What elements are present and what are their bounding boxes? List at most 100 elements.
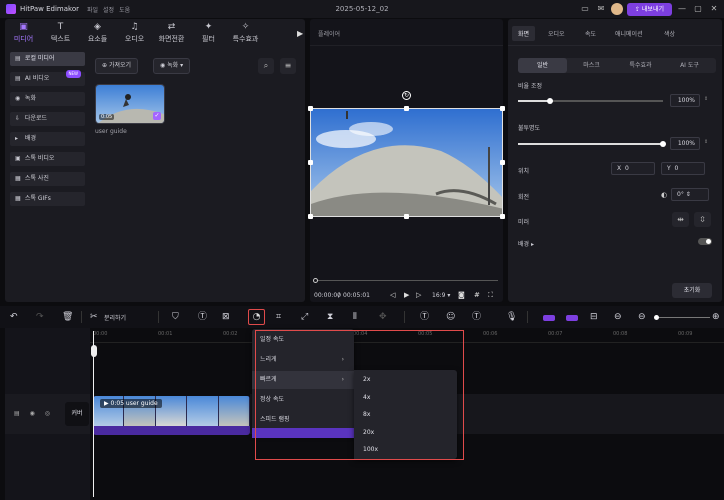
prev-frame-icon[interactable]: ◁ [390, 291, 395, 299]
speed-multiplier-item[interactable]: 20x [354, 424, 457, 441]
resize-handle[interactable] [500, 106, 505, 111]
background-toggle[interactable] [698, 238, 712, 245]
category-item[interactable]: ⇩ 다운로드 [10, 112, 85, 126]
feedback-icon[interactable]: ▭ [579, 3, 591, 15]
playback-scrubber[interactable] [315, 280, 498, 281]
speed-multiplier-item[interactable]: 8x [354, 406, 457, 423]
video-clip[interactable]: ▶ 0:05 user guide [93, 396, 250, 435]
tab-media[interactable]: ▣ 미디어 [5, 21, 42, 47]
zoom-slider[interactable] [655, 317, 710, 318]
resize-handle[interactable] [500, 160, 505, 165]
opacity-slider-knob[interactable] [660, 141, 666, 147]
snap-icon[interactable]: ⊟ [590, 311, 598, 323]
category-item[interactable]: ▦ 스톡 GIFs [10, 192, 85, 206]
export-button[interactable]: ⇪ 내보내기 [626, 2, 672, 16]
position-x-field[interactable]: X 0 [611, 162, 655, 175]
rotation-dial-icon[interactable]: ◐ [661, 191, 667, 199]
resize-handle[interactable] [404, 106, 409, 111]
tab-filter[interactable]: ✦ 필터 [190, 21, 227, 47]
scale-value-field[interactable]: 100% [670, 94, 700, 107]
speed-multiplier-item[interactable]: 2x [354, 371, 457, 388]
category-item[interactable]: ▦ 스톡 사진 [10, 172, 85, 186]
zoom-icon[interactable]: ⤢ [301, 311, 308, 323]
tab-speed[interactable]: 속도 [585, 29, 596, 38]
cover-button[interactable]: 커버 [65, 402, 89, 426]
rotate-handle-icon[interactable]: ↻ [402, 91, 411, 100]
split-label[interactable]: 분리하기 [104, 313, 126, 322]
avatar[interactable] [610, 3, 623, 15]
position-y-field[interactable]: Y 0 [661, 162, 705, 175]
speed-multiplier-item[interactable]: 4x [354, 389, 457, 406]
resize-handle[interactable] [308, 106, 313, 111]
maximize-icon[interactable]: ▢ [692, 3, 704, 15]
zoom-slider-knob[interactable] [654, 315, 659, 320]
import-button[interactable]: ⊕ 가져오기 [95, 58, 139, 74]
media-thumbnail[interactable]: 0:05 ✓ [95, 84, 165, 124]
link-tool-icon[interactable] [543, 315, 555, 321]
video-preview[interactable] [310, 108, 503, 217]
category-item[interactable]: ◉ 녹화 [10, 92, 85, 106]
zoom-out-icon[interactable]: ⊖ [638, 311, 646, 323]
resize-handle[interactable] [308, 214, 313, 219]
speed-menu-item[interactable]: 일정 속도 [252, 331, 354, 349]
split-icon[interactable]: ✂ [90, 311, 98, 323]
subtab-mask[interactable]: 마스크 [567, 58, 616, 73]
crop-edit-icon[interactable]: ⊠ [222, 311, 230, 323]
grid-icon[interactable]: # [474, 291, 480, 299]
resize-handle[interactable] [308, 160, 313, 165]
speed-multiplier-item[interactable]: 100x [354, 441, 457, 458]
aspect-ratio-dropdown[interactable]: 16:9 ▾ [432, 292, 450, 299]
record-dropdown[interactable]: ◉ 녹화 ▾ [153, 58, 191, 74]
delete-icon[interactable]: 🗑 [62, 311, 73, 323]
freeze-icon[interactable]: ⧗ [327, 311, 333, 323]
background-label[interactable]: 배경 ▸ [518, 239, 534, 248]
tab-transition[interactable]: ⇄ 화면전환 [153, 21, 190, 47]
flip-vertical-icon[interactable]: ⇳ [694, 212, 711, 227]
speed-menu-item[interactable]: 느리게 › [252, 351, 354, 369]
resize-handle[interactable] [500, 214, 505, 219]
opacity-value-field[interactable]: 100% [670, 137, 700, 150]
redo-icon[interactable]: ↷ [36, 311, 44, 323]
snapshot-icon[interactable]: ◙ [458, 291, 465, 299]
tab-effects[interactable]: ✧ 특수효과 [227, 21, 264, 47]
scrubber-knob[interactable] [313, 278, 318, 283]
caption-icon[interactable]: Ⓣ [420, 311, 429, 323]
scale-stepper-icon[interactable]: ⇕ [704, 96, 708, 102]
rotation-field[interactable]: 0° ⇕ [671, 188, 709, 201]
ripple-tool-icon[interactable] [566, 315, 578, 321]
menu-help[interactable]: 도움 [119, 5, 130, 14]
scale-slider-knob[interactable] [546, 98, 553, 104]
menu-file[interactable]: 파일 [87, 5, 98, 14]
category-item[interactable]: ▣ 스톡 비디오 [10, 152, 85, 166]
marker-icon[interactable]: ⛉ [172, 311, 179, 323]
sort-icon[interactable]: ≡ [280, 58, 296, 74]
tab-audio[interactable]: 오디오 [548, 29, 565, 38]
speed-icon[interactable]: ◔ [248, 309, 265, 325]
undo-icon[interactable]: ↶ [10, 311, 18, 323]
menu-settings[interactable]: 설정 [103, 5, 114, 14]
opacity-stepper-icon[interactable]: ⇕ [704, 139, 708, 145]
subtab-effects[interactable]: 특수효과 [616, 58, 665, 73]
category-item[interactable]: ▸ 배경 [10, 132, 85, 146]
search-icon[interactable]: ⌕ [258, 58, 274, 74]
fit-icon[interactable]: ⊖ [614, 311, 622, 323]
tab-elements[interactable]: ◈ 요소들 [79, 21, 116, 47]
text-tool-icon[interactable]: Ⓣ [198, 311, 207, 323]
speed-menu-item[interactable]: 정상 속도 [252, 391, 354, 409]
play-icon[interactable]: ▶ [404, 291, 409, 299]
sticker-icon[interactable]: Ⓣ [472, 311, 481, 323]
move-icon[interactable]: ✥ [379, 311, 387, 323]
tab-audio[interactable]: ♫ 오디오 [116, 21, 153, 47]
category-item[interactable]: ▤ 로컬 미디어 [10, 52, 85, 66]
category-item[interactable]: ▤ AI 비디오 NEW [10, 70, 85, 86]
tabs-next-icon[interactable]: ▶ [297, 29, 303, 38]
track-controls[interactable]: ▤ ◉ ◎ [14, 410, 54, 417]
subtab-general[interactable]: 일반 [518, 58, 567, 73]
next-frame-icon[interactable]: ▷ [416, 291, 421, 299]
minimize-icon[interactable]: — [676, 3, 688, 15]
playhead-handle[interactable] [91, 345, 97, 357]
subtab-ai-tools[interactable]: AI 도구 [665, 58, 714, 73]
reset-button[interactable]: 초기화 [672, 283, 712, 298]
close-icon[interactable]: ✕ [708, 3, 720, 15]
tab-color[interactable]: 색상 [664, 29, 675, 38]
